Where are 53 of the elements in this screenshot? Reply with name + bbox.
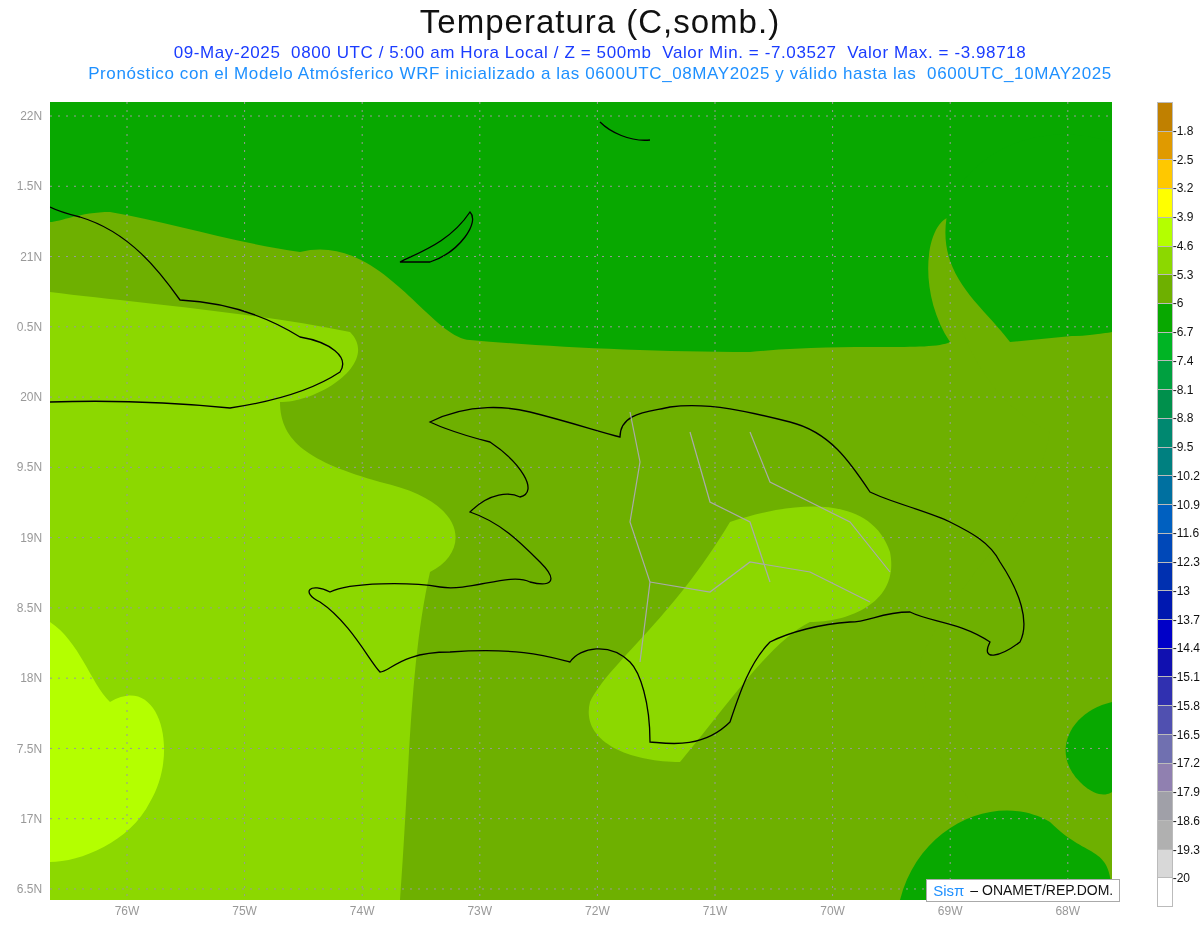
- credit-text: – ONAMET/REP.DOM.: [970, 882, 1114, 899]
- scale-label: -3.2: [1172, 180, 1195, 198]
- scale-label: -3.9: [1172, 209, 1195, 227]
- latitude-label: 21N: [19, 248, 44, 266]
- scale-label: -12.3: [1172, 554, 1200, 572]
- scale-label: -10.2: [1172, 467, 1200, 485]
- scale-label: -5.3: [1172, 266, 1195, 284]
- chart-title: Temperatura (C,somb.): [419, 2, 781, 42]
- scale-label: -8.8: [1172, 410, 1195, 428]
- longitude-label: 74W: [348, 904, 376, 918]
- latitude-label: 20N: [19, 389, 44, 407]
- longitude-label: 70W: [819, 904, 846, 918]
- scale-label: -13.7: [1172, 611, 1200, 629]
- longitude-label: 69W: [936, 904, 964, 918]
- scale-label: -14.4: [1172, 640, 1200, 658]
- scale-label: -15.8: [1172, 697, 1200, 715]
- latitude-label: 19N: [19, 529, 44, 547]
- latitude-label: 6.5N: [15, 881, 44, 899]
- scale-label: -16.5: [1172, 726, 1200, 744]
- scale-label: -10.9: [1172, 496, 1200, 514]
- latitude-label: 0.5N: [15, 318, 44, 336]
- longitude-label: 68W: [1054, 904, 1082, 918]
- longitude-label: 75W: [231, 904, 258, 918]
- longitude-label: 71W: [701, 904, 729, 918]
- scale-label: -19.3: [1172, 841, 1200, 859]
- scale-label: -15.1: [1172, 669, 1200, 687]
- chart-subtitle: 09-May-2025 0800 UTC / 5:00 am Hora Local / Z = 500mb Valor Min. = -7.03527 Valor Max. = -3.98718: [173, 42, 1027, 63]
- latitude-label: 1.5N: [15, 178, 44, 196]
- scale-label: -1.8: [1172, 122, 1195, 140]
- scale-label: -9.5: [1172, 439, 1195, 457]
- longitude-label: 73W: [466, 904, 494, 918]
- scale-label: -17.9: [1172, 784, 1200, 802]
- latitude-label: 7.5N: [15, 740, 44, 758]
- forecast-note: Pronóstico con el Modelo Atmósferico WRF inicializado a las 0600UTC_08MAY2025 y válido hasta las 0600UTC_10MAY2025: [88, 63, 1112, 84]
- brand-logo: Sisπ: [933, 882, 965, 899]
- latitude-label: 17N: [19, 810, 44, 828]
- scale-label: -18.6: [1172, 812, 1200, 830]
- scale-label: -6.7: [1172, 324, 1195, 342]
- longitude-label: 76W: [113, 904, 141, 918]
- scale-label: -8.1: [1172, 381, 1195, 399]
- latitude-label: 18N: [19, 670, 44, 688]
- longitude-label: 72W: [584, 904, 611, 918]
- latitude-label: 9.5N: [15, 459, 44, 477]
- scale-label: -17.2: [1172, 755, 1200, 773]
- scale-label: -2.5: [1172, 151, 1195, 169]
- scale-label: -11.6: [1172, 525, 1200, 543]
- latitude-label: 22N: [19, 108, 44, 126]
- latitude-label: 8.5N: [15, 600, 44, 617]
- scale-label: -13: [1172, 582, 1191, 600]
- scale-label: -7.4: [1172, 352, 1195, 370]
- scale-label: -4.6: [1172, 237, 1195, 255]
- scale-label: -20: [1172, 870, 1191, 888]
- scale-label: -6: [1172, 295, 1185, 313]
